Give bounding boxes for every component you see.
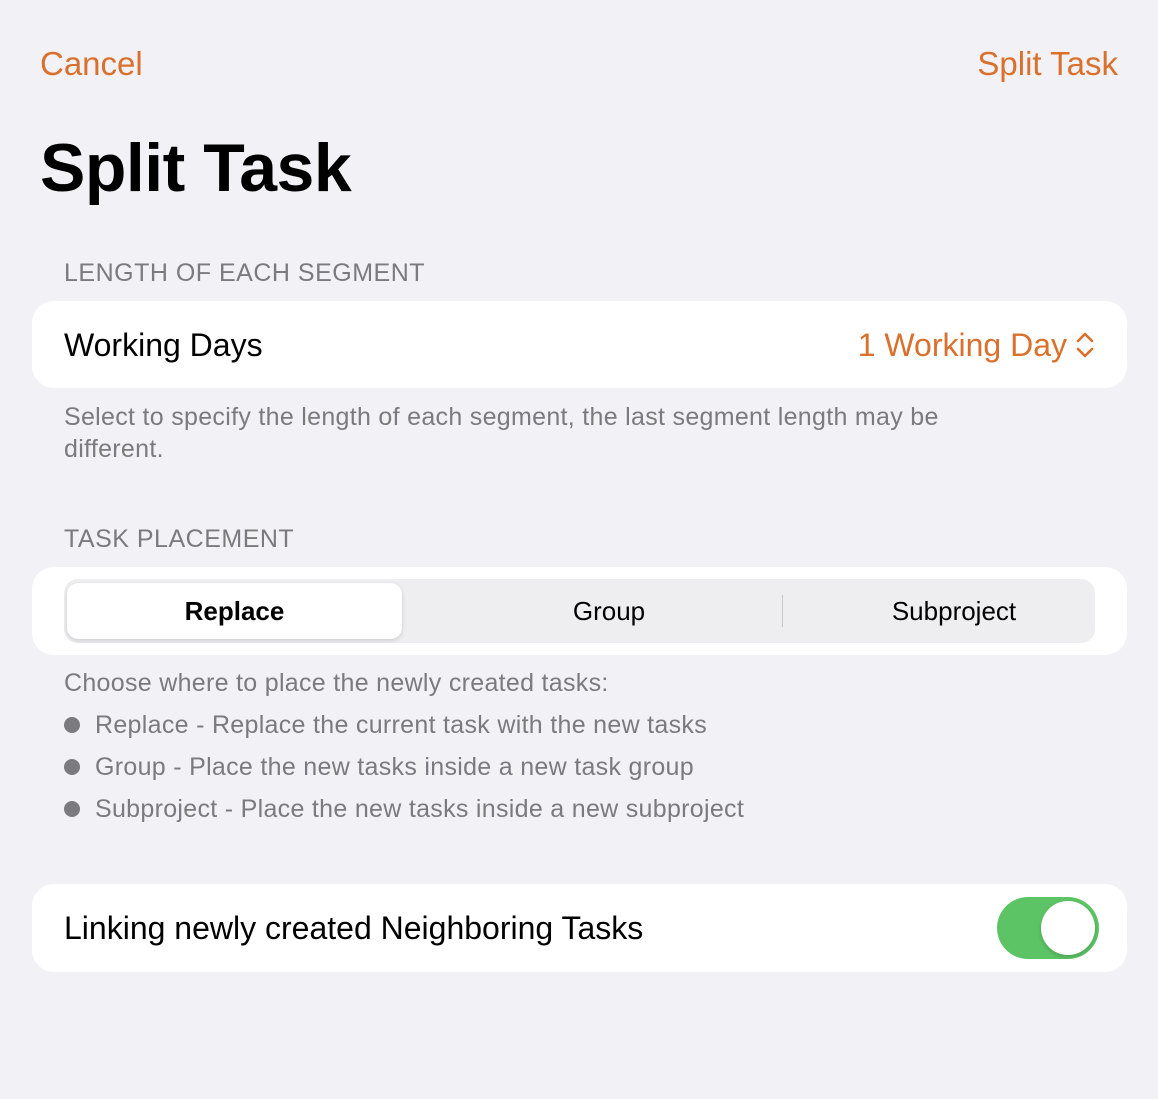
toggle-knob [1041,901,1095,955]
segment-group[interactable]: Group [439,583,779,639]
segment-divider [782,595,783,627]
linking-label: Linking newly created Neighboring Tasks [64,910,644,946]
bullet-icon [64,717,80,733]
list-item: Replace - Replace the current task with … [64,709,707,741]
bullet-icon [64,801,80,817]
bullet-icon [64,759,80,775]
working-days-row[interactable]: Working Days 1 Working Day [32,301,1127,388]
page-title: Split Task [40,130,352,206]
chevron-up-down-icon [1076,332,1094,358]
working-days-label: Working Days [64,327,263,363]
task-placement-footer-intro: Choose where to place the newly created … [64,669,609,697]
bullet-text-replace: Replace - Replace the current task with … [95,711,708,739]
linking-toggle[interactable] [997,897,1099,959]
bullet-text-group: Group - Place the new tasks inside a new… [95,753,694,781]
working-days-value: 1 Working Day [857,327,1067,363]
segment-replace[interactable]: Replace [67,583,402,639]
cancel-button[interactable]: Cancel [40,44,143,84]
bullet-text-subproject: Subproject - Place the new tasks inside … [95,795,745,823]
segment-subproject[interactable]: Subproject [784,583,1124,639]
task-placement-segmented-control: Replace Group Subproject [64,579,1095,643]
task-placement-header: TASK PLACEMENT [64,525,295,553]
task-placement-card: Replace Group Subproject [32,567,1127,655]
navigation-bar: Cancel Split Task [0,40,1158,90]
split-task-confirm-button[interactable]: Split Task [977,44,1118,84]
working-days-picker[interactable]: 1 Working Day [858,325,1095,365]
linking-row: Linking newly created Neighboring Tasks [32,884,1127,972]
segment-length-header: LENGTH OF EACH SEGMENT [64,259,426,287]
segment-length-footer: Select to specify the length of each seg… [64,403,939,463]
list-item: Group - Place the new tasks inside a new… [64,751,694,783]
list-item: Subproject - Place the new tasks inside … [64,793,744,825]
